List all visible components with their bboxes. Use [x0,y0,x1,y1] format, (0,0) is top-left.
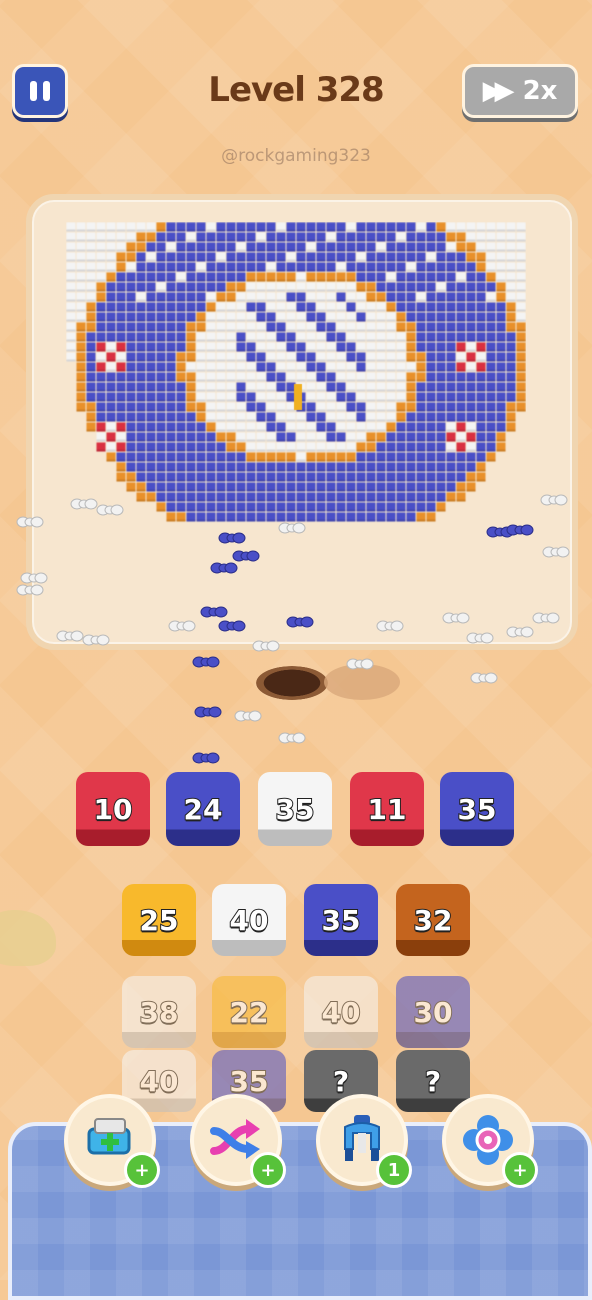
slot-tile: 35 [258,772,332,846]
slot-tile: 24 [166,772,240,846]
ant-hole [256,666,328,700]
booster-badge: + [124,1152,160,1188]
speed-button[interactable]: ▶▶ 2x [462,64,578,118]
grid-tile[interactable]: 40 [212,884,286,956]
booster-badge: + [502,1152,538,1188]
slot-tile: 11 [350,772,424,846]
dirt-mound [324,664,400,700]
booster-badge: + [250,1152,286,1188]
grid-tile[interactable]: 25 [122,884,196,956]
slot-tile: 10 [76,772,150,846]
grid-tile[interactable]: 35 [304,884,378,956]
magnet-booster[interactable]: 1 [316,1094,412,1188]
grid-tile[interactable]: 40 [304,976,378,1048]
shuffle-booster[interactable]: + [190,1094,286,1188]
grid-tile[interactable]: 38 [122,976,196,1048]
booster-badge: 1 [376,1152,412,1188]
pixel-mosaic [66,222,526,526]
grid-tile[interactable]: 22 [212,976,286,1048]
flower-booster[interactable]: + [442,1094,538,1188]
slot-tile: 35 [440,772,514,846]
fast-forward-icon: ▶▶ [482,76,515,106]
grid-tile[interactable]: 30 [396,976,470,1048]
watermark: @rockgaming323 [221,146,371,166]
grid-tile[interactable]: 32 [396,884,470,956]
speed-label: 2x [522,76,558,106]
add-slot-booster[interactable]: + [64,1094,160,1188]
